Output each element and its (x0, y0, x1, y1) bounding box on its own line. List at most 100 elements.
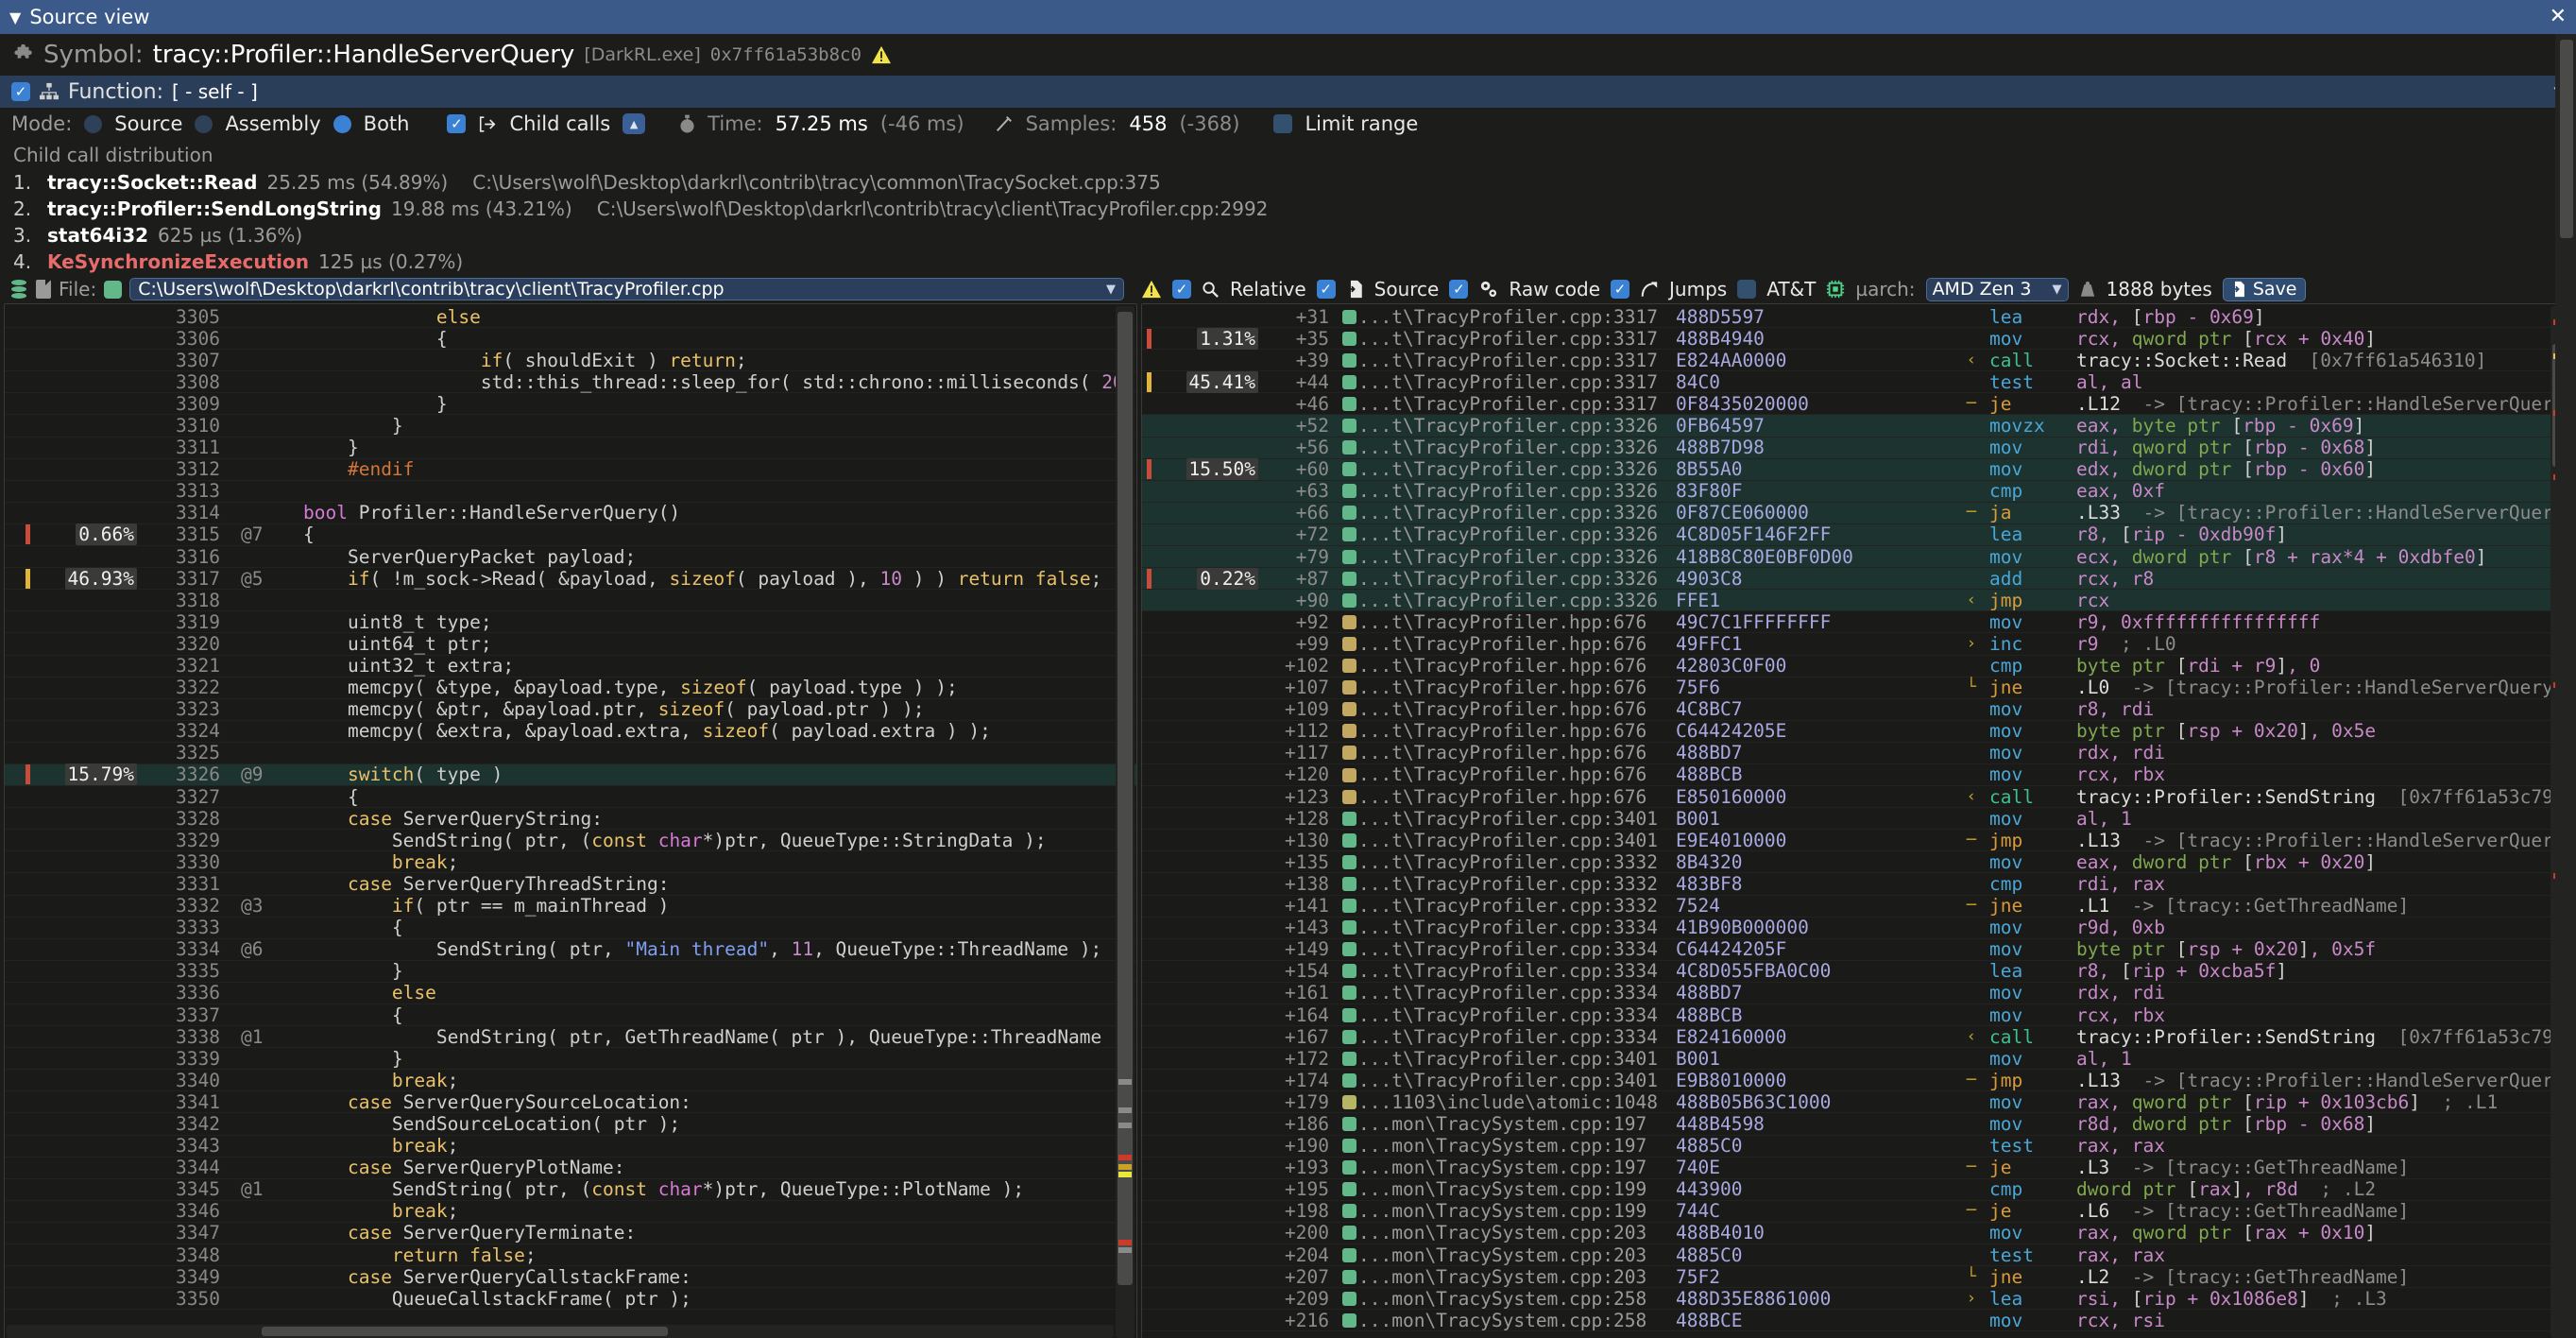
assembly-line-row[interactable]: +31...t\TracyProfiler.cpp:3317488D5597le… (1142, 306, 2571, 328)
assembly-source-location[interactable]: ...t\TracyProfiler.cpp:3317 (1358, 306, 1670, 328)
assembly-source-location[interactable]: ...mon\TracySystem.cpp:203 (1358, 1244, 1670, 1266)
source-checkbox[interactable]: ✓ (1317, 280, 1336, 299)
caret-down-icon[interactable]: ▼ (2053, 283, 2062, 297)
assembly-source-location[interactable]: ...t\TracyProfiler.hpp:676 (1358, 655, 1670, 677)
source-line-row[interactable]: 3349 case ServerQueryCallstackFrame: (5, 1266, 1136, 1288)
assembly-source-location[interactable]: ...t\TracyProfiler.cpp:3326 (1358, 480, 1670, 502)
assembly-line-row[interactable]: +102...t\TracyProfiler.hpp:67642803C0F00… (1142, 656, 2571, 678)
assembly-source-location[interactable]: ...t\TracyProfiler.cpp:3326 (1358, 502, 1670, 523)
assembly-line-row[interactable]: +39...t\TracyProfiler.cpp:3317E824AA0000… (1142, 350, 2571, 371)
source-line-row[interactable]: 3309 } (5, 393, 1136, 415)
source-line-row[interactable]: 3313 (5, 481, 1136, 503)
assembly-source-location[interactable]: ...t\TracyProfiler.cpp:3326 (1358, 437, 1670, 458)
source-line-row[interactable]: 3321 uint32_t extra; (5, 656, 1136, 678)
source-line-row[interactable]: 3312 #endif (5, 459, 1136, 481)
source-line-row[interactable]: 3337 { (5, 1004, 1136, 1026)
march-select[interactable]: AMD Zen 3 ▼ (1926, 278, 2069, 301)
source-vertical-scrollbar[interactable] (1116, 306, 1134, 1338)
assembly-source-location[interactable]: ...t\TracyProfiler.cpp:3326 (1358, 546, 1670, 568)
assembly-source-location[interactable]: ...t\TracyProfiler.cpp:3317 (1358, 393, 1670, 415)
child-call-row[interactable]: 4.KeSynchronizeExecution125 µs (0.27%) (13, 249, 2563, 275)
assembly-line-row[interactable]: +63...t\TracyProfiler.cpp:332683F80Fcmpe… (1142, 481, 2571, 503)
source-line-row[interactable]: 3322 memcpy( &type, &payload.type, sizeo… (5, 678, 1136, 699)
assembly-line-row[interactable]: +90...t\TracyProfiler.cpp:3326FFE1‹jmprc… (1142, 590, 2571, 611)
source-line-row[interactable]: 3316 ServerQueryPacket payload; (5, 546, 1136, 568)
assembly-line-row[interactable]: +190...mon\TracySystem.cpp:1974885C0test… (1142, 1136, 2571, 1158)
source-line-row[interactable]: 3334@6 SendString( ptr, "Main thread", 1… (5, 939, 1136, 961)
assembly-line-row[interactable]: +79...t\TracyProfiler.cpp:3326418B8C80E0… (1142, 546, 2571, 568)
radio-source[interactable] (84, 115, 102, 133)
assembly-source-location[interactable]: ...mon\TracySystem.cpp:258 (1358, 1310, 1670, 1331)
assembly-source-location[interactable]: ...t\TracyProfiler.cpp:3332 (1358, 851, 1670, 873)
source-horizontal-scrollbar[interactable] (7, 1325, 1114, 1338)
rawcode-label[interactable]: Raw code (1509, 278, 1600, 300)
caret-down-icon[interactable]: ▼ (1106, 283, 1116, 297)
assembly-line-row[interactable]: +112...t\TracyProfiler.hpp:676C64424205E… (1142, 721, 2571, 743)
source-line-row[interactable]: 3329 SendString( ptr, (const char*)ptr, … (5, 830, 1136, 851)
assembly-line-row[interactable]: +204...mon\TracySystem.cpp:2034885C0test… (1142, 1244, 2571, 1266)
window-vertical-scrollbar[interactable] (2555, 34, 2576, 1338)
source-line-row[interactable]: 3324 memcpy( &extra, &payload.extra, siz… (5, 721, 1136, 743)
assembly-source-location[interactable]: ...t\TracyProfiler.cpp:3317 (1358, 350, 1670, 371)
assembly-line-row[interactable]: +107...t\TracyProfiler.hpp:67675F6└jne.L… (1142, 678, 2571, 699)
assembly-line-row[interactable]: +164...t\TracyProfiler.cpp:3334488BCBmov… (1142, 1004, 2571, 1026)
radio-assembly-label[interactable]: Assembly (225, 112, 320, 135)
assembly-source-location[interactable]: ...t\TracyProfiler.hpp:676 (1358, 786, 1670, 808)
source-line-row[interactable]: 3333 { (5, 918, 1136, 939)
relative-checkbox[interactable]: ✓ (1172, 280, 1191, 299)
source-line-row[interactable]: 3331 case ServerQueryThreadString: (5, 873, 1136, 895)
source-line-row[interactable]: 3347 case ServerQueryTerminate: (5, 1223, 1136, 1244)
assembly-source-location[interactable]: ...t\TracyProfiler.cpp:3334 (1358, 1026, 1670, 1048)
source-line-row[interactable]: 3345@1 SendString( ptr, (const char*)ptr… (5, 1179, 1136, 1201)
source-line-row[interactable]: 3325 (5, 743, 1136, 764)
source-line-row[interactable]: 46.93%3317@5 if( !m_sock->Read( &payload… (5, 568, 1136, 590)
assembly-line-row[interactable]: +154...t\TracyProfiler.cpp:33344C8D055FB… (1142, 961, 2571, 983)
assembly-line-row[interactable]: +207...mon\TracySystem.cpp:20375F2└jne.L… (1142, 1266, 2571, 1288)
assembly-source-location[interactable]: ...t\TracyProfiler.cpp:3401 (1358, 1048, 1670, 1070)
radio-source-label[interactable]: Source (114, 112, 182, 135)
assembly-source-location[interactable]: ...t\TracyProfiler.cpp:3326 (1358, 523, 1670, 545)
source-line-row[interactable]: 3340 break; (5, 1070, 1136, 1091)
assembly-line-row[interactable]: 45.41%+44...t\TracyProfiler.cpp:331784C0… (1142, 371, 2571, 393)
assembly-line-row[interactable]: +46...t\TracyProfiler.cpp:33170F84350200… (1142, 393, 2571, 415)
radio-both[interactable] (333, 115, 351, 133)
source-line-row[interactable]: 3343 break; (5, 1136, 1136, 1158)
assembly-source-location[interactable]: ...mon\TracySystem.cpp:203 (1358, 1266, 1670, 1288)
child-call-row[interactable]: 2.tracy::Profiler::SendLongString19.88 m… (13, 196, 2563, 222)
source-line-row[interactable]: 3346 break; (5, 1201, 1136, 1223)
source-line-row[interactable]: 3350 QueueCallstackFrame( ptr ); (5, 1288, 1136, 1310)
assembly-line-row[interactable]: +149...t\TracyProfiler.cpp:3334C64424205… (1142, 939, 2571, 961)
assembly-line-row[interactable]: 1.31%+35...t\TracyProfiler.cpp:3317488B4… (1142, 328, 2571, 350)
assembly-source-location[interactable]: ...mon\TracySystem.cpp:199 (1358, 1200, 1670, 1222)
assembly-line-row[interactable]: +179...1103\include\atomic:1048488B05B63… (1142, 1091, 2571, 1113)
function-checkbox[interactable]: ✓ (11, 82, 30, 101)
source-line-row[interactable]: 15.79%3326@9 switch( type ) (5, 764, 1136, 786)
assembly-source-location[interactable]: ...t\TracyProfiler.hpp:676 (1358, 720, 1670, 742)
jumps-label[interactable]: Jumps (1669, 278, 1727, 300)
source-line-row[interactable]: 3327 { (5, 786, 1136, 808)
assembly-line-row[interactable]: +174...t\TracyProfiler.cpp:3401E9B801000… (1142, 1070, 2571, 1091)
assembly-source-location[interactable]: ...t\TracyProfiler.cpp:3334 (1358, 917, 1670, 938)
assembly-source-location[interactable]: ...t\TracyProfiler.cpp:3317 (1358, 371, 1670, 393)
assembly-line-row[interactable]: +56...t\TracyProfiler.cpp:3326488B7D98mo… (1142, 437, 2571, 459)
assembly-line-row[interactable]: +195...mon\TracySystem.cpp:199443900cmpd… (1142, 1179, 2571, 1201)
warning-icon[interactable] (1141, 280, 1162, 299)
assembly-source-location[interactable]: ...t\TracyProfiler.cpp:3332 (1358, 873, 1670, 895)
assembly-line-row[interactable]: 15.50%+60...t\TracyProfiler.cpp:33268B55… (1142, 459, 2571, 481)
assembly-line-row[interactable]: +123...t\TracyProfiler.hpp:676E850160000… (1142, 786, 2571, 808)
limit-range-checkbox[interactable] (1273, 114, 1292, 133)
relative-label[interactable]: Relative (1230, 278, 1306, 300)
source-line-row[interactable]: 3311 } (5, 437, 1136, 459)
rawcode-checkbox[interactable]: ✓ (1449, 280, 1468, 299)
assembly-source-location[interactable]: ...1103\include\atomic:1048 (1358, 1091, 1670, 1113)
save-button[interactable]: Save (2223, 278, 2306, 301)
source-line-row[interactable]: 3314bool Profiler::HandleServerQuery() (5, 503, 1136, 524)
assembly-source-location[interactable]: ...t\TracyProfiler.cpp:3332 (1358, 895, 1670, 917)
assembly-line-row[interactable]: +141...t\TracyProfiler.cpp:33327524─jne.… (1142, 896, 2571, 918)
assembly-source-location[interactable]: ...t\TracyProfiler.cpp:3401 (1358, 1070, 1670, 1091)
att-checkbox[interactable] (1737, 280, 1756, 299)
close-icon[interactable]: ✕ (2550, 7, 2567, 27)
child-call-row[interactable]: 1.tracy::Socket::Read25.25 ms (54.89%)C:… (13, 169, 2563, 196)
assembly-line-row[interactable]: +161...t\TracyProfiler.cpp:3334488BD7mov… (1142, 983, 2571, 1004)
assembly-line-row[interactable]: +130...t\TracyProfiler.cpp:3401E9E401000… (1142, 830, 2571, 851)
